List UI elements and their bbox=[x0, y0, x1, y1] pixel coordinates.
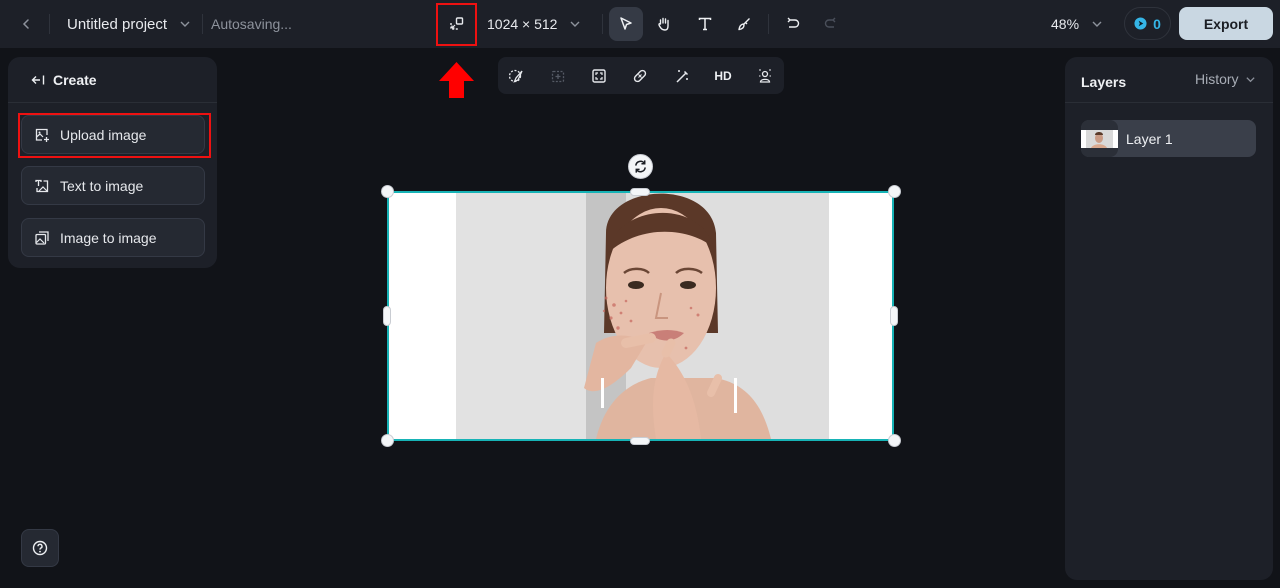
text-to-image-icon bbox=[35, 179, 49, 192]
text-to-image-label: Text to image bbox=[60, 177, 144, 194]
status-text: Autosaving... bbox=[211, 16, 292, 32]
undo-button[interactable] bbox=[776, 7, 810, 41]
credits-icon bbox=[1134, 17, 1147, 30]
zoom-dropdown[interactable]: 48% bbox=[1051, 12, 1103, 36]
rotate-icon bbox=[635, 160, 646, 173]
credits-button[interactable]: 0 bbox=[1124, 7, 1171, 40]
canvas-artboard[interactable] bbox=[387, 191, 894, 441]
redo-icon bbox=[824, 17, 836, 28]
chevron-down-icon bbox=[1245, 76, 1255, 82]
chevron-down-icon bbox=[570, 21, 580, 27]
resize-handle-bottom-right[interactable] bbox=[888, 434, 901, 447]
divider bbox=[602, 14, 603, 34]
zoom-level: 48% bbox=[1051, 16, 1080, 32]
resize-handle-top-left[interactable] bbox=[381, 185, 394, 198]
chevron-down-icon bbox=[1092, 21, 1102, 27]
text-icon bbox=[698, 17, 712, 31]
history-label: History bbox=[1195, 71, 1239, 87]
crop-button[interactable] bbox=[584, 57, 614, 94]
person-cutout-icon bbox=[759, 68, 771, 83]
help-button[interactable] bbox=[21, 529, 59, 567]
highlight-box bbox=[436, 3, 477, 46]
brush-icon bbox=[738, 18, 750, 31]
resize-handle-right[interactable] bbox=[890, 306, 898, 326]
resize-handle-left[interactable] bbox=[383, 306, 391, 326]
export-label: Export bbox=[1203, 15, 1249, 32]
rotate-handle[interactable] bbox=[628, 154, 653, 179]
autosave-status: Autosaving... bbox=[211, 12, 292, 36]
tab-layers[interactable]: Layers bbox=[1081, 74, 1126, 90]
text-to-image-button[interactable]: Text to image bbox=[21, 166, 205, 205]
portrait-photo bbox=[456, 193, 829, 439]
hd-upscale-button[interactable]: HD bbox=[708, 57, 738, 94]
image-to-image-button[interactable]: Image to image bbox=[21, 218, 205, 257]
layer-item[interactable]: Layer 1 bbox=[1081, 120, 1256, 157]
question-circle-icon bbox=[32, 540, 48, 556]
hand-tool-button[interactable] bbox=[647, 7, 681, 41]
brush-tool-button[interactable] bbox=[727, 7, 761, 41]
create-panel-header[interactable]: Create bbox=[8, 57, 217, 103]
chevron-left-icon bbox=[22, 19, 29, 29]
add-frame-button[interactable] bbox=[543, 57, 573, 94]
redo-button[interactable] bbox=[813, 7, 847, 41]
chevron-down-icon bbox=[180, 21, 190, 27]
top-bar: Untitled project Autosaving... 1024 × 51… bbox=[0, 0, 1280, 48]
credits-count: 0 bbox=[1153, 15, 1161, 32]
resize-handle-bottom[interactable] bbox=[630, 437, 650, 445]
layers-panel-header: Layers History bbox=[1065, 57, 1273, 103]
heal-button[interactable] bbox=[625, 57, 655, 94]
hd-label: HD bbox=[714, 68, 732, 83]
image-to-image-icon bbox=[35, 230, 49, 245]
resize-handle-bottom-left[interactable] bbox=[381, 434, 394, 447]
magic-button[interactable] bbox=[667, 57, 697, 94]
project-title: Untitled project bbox=[67, 15, 168, 33]
divider bbox=[768, 14, 769, 34]
highlight-box bbox=[18, 113, 211, 158]
divider bbox=[202, 14, 203, 34]
collapse-arrow-icon bbox=[31, 75, 45, 84]
hand-icon bbox=[658, 17, 669, 31]
back-button[interactable] bbox=[14, 12, 38, 36]
cursor-arrow-icon bbox=[620, 17, 632, 30]
text-tool-button[interactable] bbox=[688, 7, 722, 41]
add-frame-icon bbox=[551, 70, 565, 82]
red-arrow-annotation bbox=[439, 62, 474, 103]
layer-name: Layer 1 bbox=[1126, 130, 1173, 147]
canvas-image[interactable] bbox=[456, 193, 829, 439]
export-button[interactable]: Export bbox=[1179, 7, 1273, 40]
image-to-image-label: Image to image bbox=[60, 229, 157, 246]
lasso-brush-icon bbox=[508, 69, 523, 83]
crop-frame-icon bbox=[592, 68, 606, 83]
canvas-size-dropdown[interactable]: 1024 × 512 bbox=[487, 12, 581, 36]
bandage-icon bbox=[633, 69, 647, 82]
project-title-menu[interactable]: Untitled project bbox=[67, 12, 191, 36]
divider bbox=[49, 14, 50, 34]
resize-handle-top[interactable] bbox=[630, 188, 650, 196]
tab-history[interactable]: History bbox=[1195, 71, 1256, 87]
create-panel-title: Create bbox=[53, 71, 97, 88]
undo-icon bbox=[787, 17, 800, 28]
image-tools-toolbar: HD bbox=[498, 57, 784, 94]
select-tool-button[interactable] bbox=[609, 7, 643, 41]
magic-wand-icon bbox=[676, 69, 689, 83]
canvas-size: 1024 × 512 bbox=[487, 16, 558, 32]
create-panel: Create Upload image Text to image Image … bbox=[8, 57, 217, 268]
layer-thumbnail bbox=[1081, 120, 1118, 157]
resize-handle-top-right[interactable] bbox=[888, 185, 901, 198]
remove-background-button[interactable] bbox=[750, 57, 780, 94]
layers-panel: Layers History Layer 1 bbox=[1065, 57, 1273, 580]
select-area-button[interactable] bbox=[501, 57, 531, 94]
